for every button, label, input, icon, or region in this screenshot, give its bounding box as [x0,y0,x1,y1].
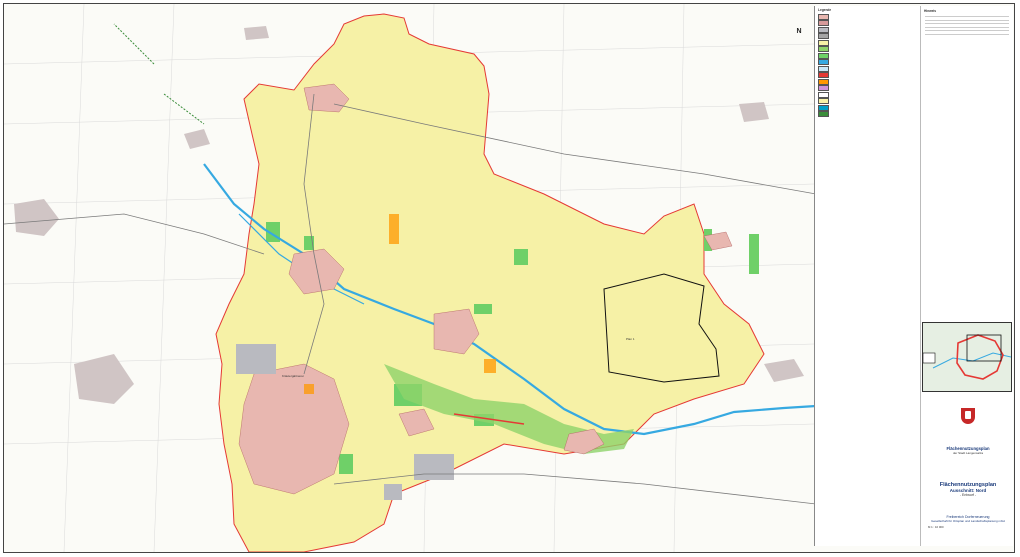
north-arrow-label: N [796,28,802,35]
legend-swatch [818,20,829,26]
coat-of-arms-icon [961,408,975,424]
notes-title: Hinweis [924,9,937,13]
legend-swatch [818,104,829,111]
place-label: Kräutergärtnerei [282,374,304,378]
notes-divider [925,16,1009,17]
overview-inset-map [922,322,1012,392]
legend-swatch [818,13,829,20]
title-extract: - Entwurf - [959,493,977,497]
inset-svg [923,323,1011,391]
notes-divider [925,26,1009,28]
legend-swatch [818,78,829,85]
legend-swatch [818,26,829,33]
plan-heading: Flächennutzungsplan der Stadt Langensalz… [924,446,1012,455]
legend-swatch [818,65,829,72]
legend-row [818,111,917,117]
legend-swatch [818,91,829,98]
title-block: Flächennutzungsplan Ausschnitt: Nord - E… [924,480,1012,540]
map-svg [4,4,816,552]
legend-swatch [818,85,829,91]
legend-row [818,72,917,78]
legend-swatch [818,46,829,52]
legend-row [818,46,917,52]
parcel-label: Plan 1 [626,337,635,341]
north-arrow-icon: N [793,28,805,44]
legend-panel: Legende [814,6,920,546]
legend-row [818,39,917,46]
legend-swatch [818,111,829,117]
legend-swatch [818,72,829,78]
legend-swatch [818,33,829,39]
notes-panel: Hinweis [920,6,1013,546]
legend-row [818,13,917,20]
legend-row [818,104,917,111]
notes-divider [925,23,1009,24]
notes-divider [925,19,1009,21]
title-organization-2: Gesellschaft für Ortsplan und Landschaft… [931,519,1005,523]
legend-row [818,85,917,91]
legend-row [818,26,917,33]
legend-row [818,91,917,98]
legend-title: Legende [818,8,832,12]
legend-row [818,33,917,39]
legend-row [818,65,917,72]
legend-row [818,78,917,85]
notes-divider [925,30,1009,31]
legend-swatch [818,98,829,104]
legend-swatch [818,52,829,59]
legend-rows [815,13,920,117]
legend-swatch [818,59,829,65]
scale-label: M 1 : 10 000 [928,525,944,529]
legend-row [818,52,917,59]
legend-row [818,98,917,104]
legend-swatch [818,39,829,46]
legend-row [818,20,917,26]
notes-divider [925,33,1009,35]
plan-subtitle: der Stadt Langensalza [952,451,984,455]
legend-row [818,59,917,65]
